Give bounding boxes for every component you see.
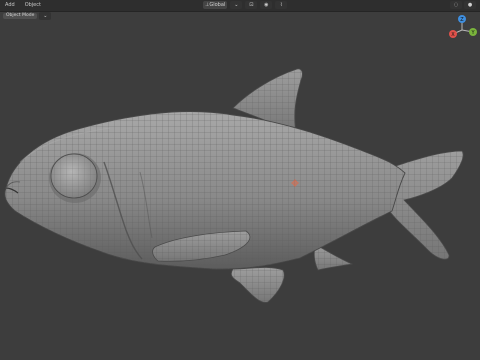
header-right: ◌ ● [450,1,476,9]
menu-bar: Add Object [3,1,43,9]
snap-icon[interactable]: ⊡ [245,1,258,9]
fish-eye [49,153,101,203]
transform-orientation-dropdown[interactable]: ⊥ Global [203,1,228,9]
gizmo-x-label: X [451,32,455,38]
anal-fin [313,244,354,271]
proportional-edit-icon[interactable]: ◉ [260,1,273,9]
shading-solid-icon[interactable]: ● [464,1,476,9]
pelvic-fin [230,267,285,303]
gizmo-z-label: Z [460,17,464,23]
shading-wire-icon[interactable]: ◌ [450,1,462,9]
overlay-icon[interactable]: ⌇ [275,1,288,9]
viewport[interactable] [0,12,480,360]
transform-orientation-label: Global [209,2,226,8]
header-bar: Add Object ⊥ Global ⌄ ⊡ ◉ ⌇ ◌ ● [0,0,480,12]
menu-add[interactable]: Add [3,1,17,9]
menu-object[interactable]: Object [23,1,43,9]
pivot-icon[interactable]: ⌄ [230,1,243,9]
navigation-gizmo[interactable]: X Y Z [446,14,478,46]
transform-tools: ⊥ Global ⌄ ⊡ ◉ ⌇ [203,1,288,9]
